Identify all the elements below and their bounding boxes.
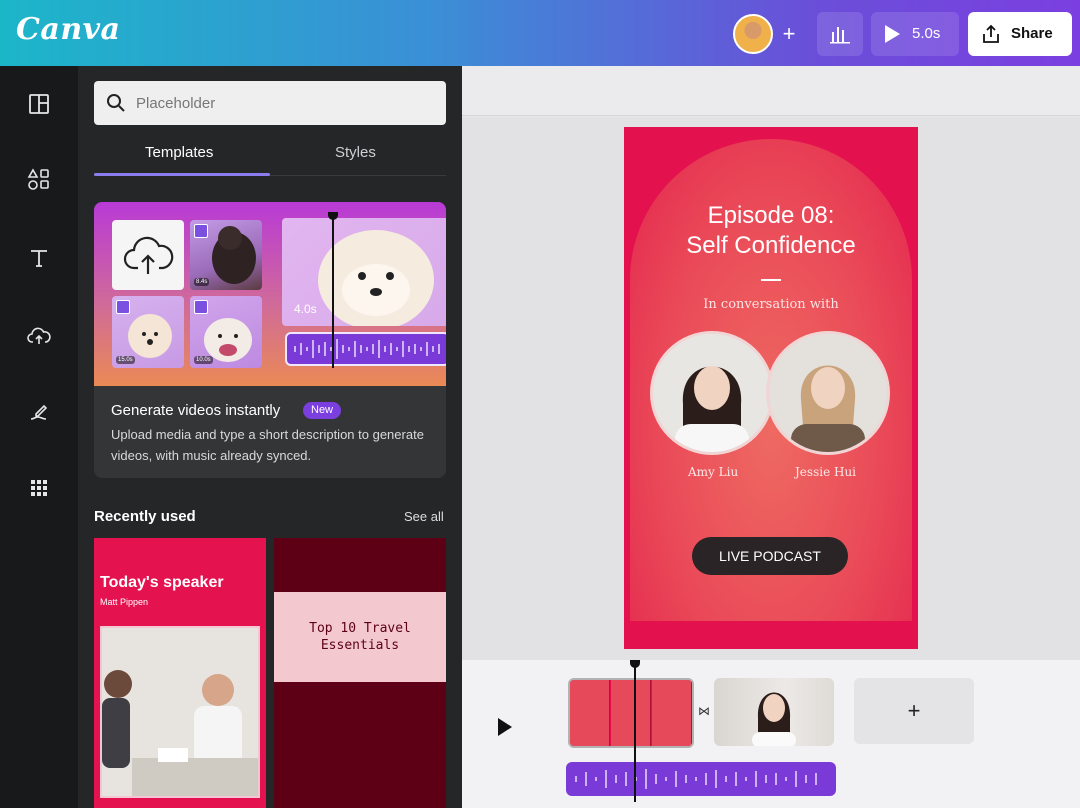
clip-frame <box>570 680 610 746</box>
share-button[interactable]: Share <box>968 12 1072 56</box>
add-page-button[interactable]: + <box>854 678 974 744</box>
decor-pill <box>274 786 444 808</box>
checkbox-icon <box>116 300 130 314</box>
user-avatar[interactable] <box>733 14 773 54</box>
elements-icon[interactable] <box>0 160 78 200</box>
woman-portrait-image <box>653 334 771 452</box>
active-tab-indicator <box>94 173 270 176</box>
decor-pill <box>274 682 444 730</box>
left-rail <box>0 66 78 808</box>
tile-duration: 8.4s <box>194 278 210 286</box>
bulldog-tile: 10.0s <box>190 296 262 368</box>
search-icon <box>107 94 125 112</box>
card-title: Top 10 Travel Essentials <box>309 621 411 653</box>
editor-toolbar <box>462 66 1080 116</box>
upload-cloud-icon[interactable] <box>0 316 78 356</box>
playhead-line <box>332 216 334 368</box>
live-podcast-button[interactable]: LIVE PODCAST <box>692 537 848 575</box>
promo-description: Upload media and type a short descriptio… <box>111 427 424 463</box>
timeline-playhead[interactable] <box>634 660 636 802</box>
template-card-speaker[interactable]: Today's speaker Matt Pippen <box>94 538 266 808</box>
bar-chart-icon <box>830 27 850 44</box>
generated-clip-preview: 4.0s <box>282 218 446 326</box>
portrait-thumbnail <box>752 692 796 746</box>
search-input[interactable] <box>136 91 426 115</box>
episode-title[interactable]: Episode 08: Self Confidence <box>624 201 918 261</box>
checkbox-icon <box>194 300 208 314</box>
text-icon[interactable] <box>0 238 78 278</box>
woman-portrait-image <box>769 334 887 452</box>
intro-text[interactable]: In conversation with <box>624 297 918 312</box>
decor-pill <box>274 734 444 782</box>
timeline: ⋈ + <box>462 660 1080 808</box>
decor-pill <box>274 538 444 586</box>
upload-tile <box>112 220 184 290</box>
timeline-audio-track[interactable] <box>566 762 836 796</box>
see-all-link[interactable]: See all <box>404 509 444 524</box>
card-title: Today's speaker <box>100 574 224 591</box>
card-subtitle: Matt Pippen <box>100 597 149 607</box>
play-icon <box>885 25 900 43</box>
canva-logo[interactable]: Canva <box>16 12 121 47</box>
checkbox-icon <box>194 224 208 238</box>
top-bar: Canva + 5.0s Share <box>0 0 1080 66</box>
clip-frame <box>611 680 651 746</box>
templates-panel: Templates Styles 8.4s 15.0s <box>78 66 462 808</box>
analytics-button[interactable] <box>817 12 863 56</box>
divider-dash <box>761 279 781 281</box>
share-label: Share <box>1011 25 1053 42</box>
new-badge: New <box>303 402 342 419</box>
generate-videos-promo[interactable]: 8.4s 15.0s 10.0s 4.0s Generate videos in… <box>94 202 446 478</box>
tile-duration: 10.0s <box>194 356 213 364</box>
promo-illustration: 8.4s 15.0s 10.0s 4.0s <box>94 202 446 386</box>
canvas-area[interactable]: Episode 08: Self Confidence In conversat… <box>462 117 1080 660</box>
timeline-clip-podcast[interactable] <box>568 678 694 748</box>
tab-templates[interactable]: Templates <box>145 144 213 161</box>
guest-portrait-left[interactable] <box>650 331 774 455</box>
audio-waveform <box>285 332 446 366</box>
preview-play-button[interactable]: 5.0s <box>871 12 959 56</box>
editor-area: Episode 08: Self Confidence In conversat… <box>462 66 1080 808</box>
draw-icon[interactable] <box>0 392 78 432</box>
poodle-tile: 8.4s <box>190 220 262 290</box>
recently-used-heading: Recently used <box>94 508 196 525</box>
clip-frame <box>652 680 692 746</box>
clip-duration: 4.0s <box>294 302 317 316</box>
pomeranian-tile: 15.0s <box>112 296 184 368</box>
episode-topic: Self Confidence <box>686 232 856 259</box>
waveform-graphic <box>575 769 817 789</box>
design-icon[interactable] <box>0 84 78 124</box>
share-icon <box>983 24 999 43</box>
promo-title: Generate videos instantly <box>111 402 281 419</box>
meeting-photo <box>100 626 260 798</box>
timeline-clip-portrait[interactable] <box>714 678 834 746</box>
waveform-graphic <box>294 339 440 359</box>
guest-portrait-right[interactable] <box>766 331 890 455</box>
transition-icon[interactable]: ⋈ <box>698 704 710 718</box>
guest-name-left[interactable]: Amy Liu <box>688 465 738 479</box>
timeline-play-icon[interactable] <box>498 718 512 736</box>
apps-grid-icon[interactable] <box>0 468 78 508</box>
template-card-travel[interactable]: Top 10 Travel Essentials <box>274 538 446 808</box>
tab-styles[interactable]: Styles <box>335 144 376 161</box>
meeting-image <box>102 628 258 796</box>
tile-duration: 15.0s <box>116 356 135 364</box>
episode-number: Episode 08: <box>707 202 835 229</box>
search-box[interactable] <box>94 81 446 125</box>
play-duration: 5.0s <box>912 25 941 42</box>
upload-cloud-icon <box>123 236 174 274</box>
guest-name-right[interactable]: Jessie Hui <box>795 465 856 479</box>
add-collaborator-icon[interactable]: + <box>776 14 802 54</box>
podcast-design-page[interactable]: Episode 08: Self Confidence In conversat… <box>624 127 918 649</box>
